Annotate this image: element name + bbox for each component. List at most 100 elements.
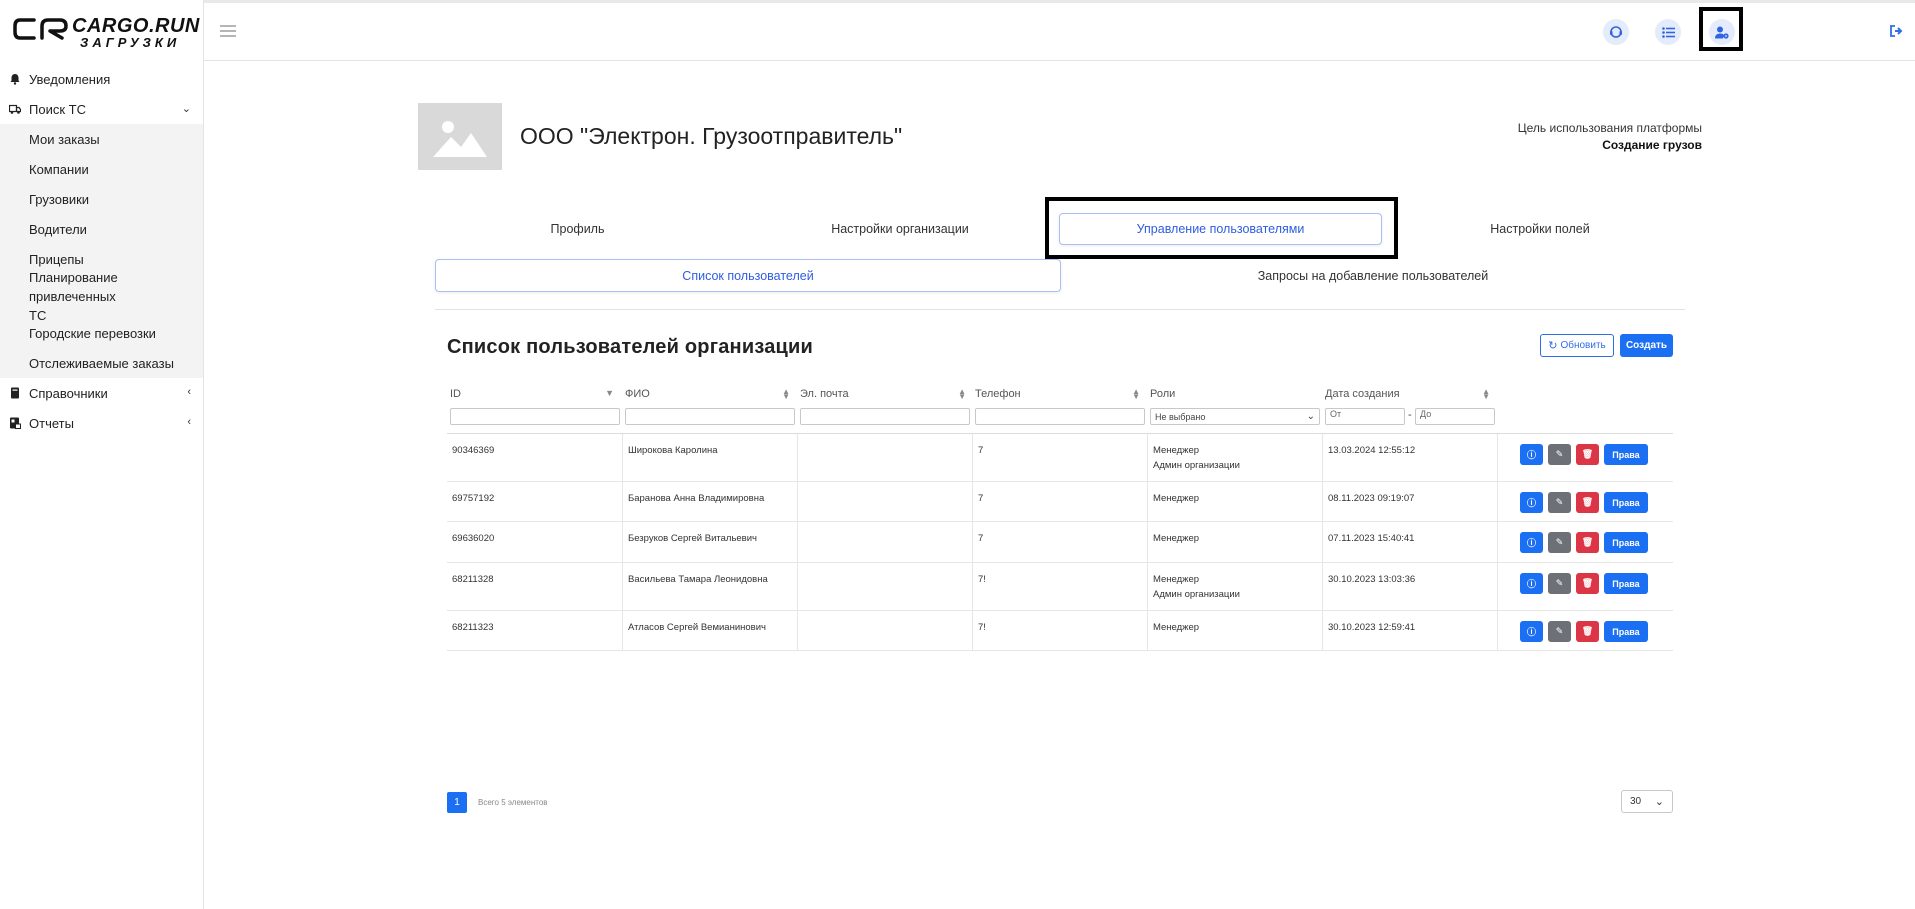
role-label: Менеджер (1153, 533, 1200, 544)
sidebar-item-vehicle-search[interactable]: Поиск ТС ⌄ (0, 94, 203, 124)
edit-button[interactable]: ✎ (1548, 573, 1571, 594)
delete-button[interactable]: 🗑 (1576, 444, 1599, 465)
logo[interactable]: CARGO.RUN ЗАГРУЗКИ (10, 14, 200, 50)
role-label: Менеджер (1153, 622, 1200, 633)
logout-icon[interactable] (1890, 25, 1903, 37)
delete-button[interactable]: 🗑 (1576, 532, 1599, 553)
delete-button[interactable]: 🗑 (1576, 621, 1599, 642)
list-icon[interactable] (1655, 19, 1681, 45)
sidebar-item-drivers[interactable]: Водители (0, 214, 203, 244)
org-name: ООО "Электрон. Грузоотправитель" (520, 123, 903, 149)
logo-subtext: ЗАГРУЗКИ (80, 35, 181, 50)
rights-button[interactable]: Права (1604, 532, 1648, 553)
cell-id: 68211328 (452, 574, 494, 585)
rights-button[interactable]: Права (1604, 573, 1648, 594)
edit-button[interactable]: ✎ (1548, 621, 1571, 642)
tab-field-settings[interactable]: Настройки полей (1395, 213, 1685, 245)
highlight-box (1045, 197, 1398, 259)
column-header-id[interactable]: ID ▼ (450, 388, 616, 402)
roles-filter-select[interactable]: Не выбрано ⌄ (1150, 408, 1320, 425)
column-header-created[interactable]: Дата создания ▲ ▼ (1325, 388, 1492, 402)
sidebar-item-label: Уведомления (29, 71, 111, 87)
refresh-icon: ↻ (1548, 340, 1558, 352)
sort-icon: ▲ ▼ (1482, 387, 1490, 401)
image-placeholder-icon (433, 120, 487, 157)
date-to-input[interactable]: До (1415, 408, 1495, 425)
role-label: Админ организации (1153, 589, 1240, 600)
trash-icon: 🗑 (1581, 626, 1594, 636)
cell-roles: Менеджер Админ организации (1147, 563, 1322, 610)
tab-user-list[interactable]: Список пользователей (435, 259, 1061, 292)
sort-icon: ▲ ▼ (1132, 387, 1140, 401)
cell-created: 08.11.2023 09:19:07 (1322, 482, 1497, 521)
rights-button[interactable]: Права (1604, 444, 1648, 465)
column-header-email[interactable]: Эл. почта ▲ ▼ (800, 388, 968, 402)
cell-created: 07.11.2023 15:40:41 (1322, 522, 1497, 562)
support-icon[interactable] (1603, 19, 1629, 45)
tab-profile[interactable]: Профиль (435, 213, 720, 245)
info-button[interactable]: ⓘ (1520, 621, 1543, 642)
pencil-icon: ✎ (1555, 497, 1564, 507)
cell-roles: Менеджер (1147, 611, 1322, 650)
cell-id: 68211323 (452, 622, 494, 633)
role-label: Менеджер (1153, 574, 1200, 585)
table-row: 90346369 Широкова Каролина 7 Менеджер Админ … (447, 434, 1673, 482)
rights-button[interactable]: Права (1604, 621, 1648, 642)
sidebar-item-directories[interactable]: Справочники ‹ (0, 378, 203, 408)
sidebar-item-my-orders[interactable]: Мои заказы (0, 124, 203, 154)
pencil-icon: ✎ (1555, 626, 1564, 636)
pencil-icon: ✎ (1555, 449, 1564, 459)
delete-button[interactable]: 🗑 (1576, 492, 1599, 513)
name-filter-input[interactable] (625, 408, 795, 425)
info-button[interactable]: ⓘ (1520, 444, 1543, 465)
column-header-name[interactable]: ФИО ▲ ▼ (625, 388, 792, 402)
info-button[interactable]: ⓘ (1520, 532, 1543, 553)
cell-phone: 7 (972, 522, 1147, 562)
purpose-value: Создание грузов (1602, 138, 1702, 152)
email-filter-input[interactable] (800, 408, 970, 425)
vehicle-search-submenu: Мои заказы Компании Грузовики Водители П… (0, 124, 203, 378)
cell-email (797, 563, 972, 610)
tab-org-settings[interactable]: Настройки организации (755, 213, 1045, 245)
sidebar-item-companies[interactable]: Компании (0, 154, 203, 184)
info-button[interactable]: ⓘ (1520, 573, 1543, 594)
sidebar-item-planning[interactable]: Планирование привлеченных ТС (0, 270, 130, 323)
edit-button[interactable]: ✎ (1548, 532, 1571, 553)
cell-name: Васильева Тамара Леонидовна (622, 563, 797, 610)
cell-email (797, 434, 972, 481)
per-page-select[interactable]: 30 ⌄ (1621, 790, 1673, 813)
rights-button[interactable]: Права (1604, 492, 1648, 513)
sidebar-item-tracked-orders[interactable]: Отслеживаемые заказы (0, 348, 203, 378)
trash-icon: 🗑 (1581, 537, 1594, 547)
edit-button[interactable]: ✎ (1548, 492, 1571, 513)
id-filter-input[interactable] (450, 408, 620, 425)
cell-phone: 7! (972, 611, 1147, 650)
info-icon: ⓘ (1526, 627, 1536, 637)
divider (435, 309, 1685, 310)
sidebar-item-notifications[interactable]: Уведомления (0, 64, 203, 94)
phone-filter-input[interactable] (975, 408, 1145, 425)
table-row: 68211328 Васильева Тамара Леонидовна 7! Мен… (447, 563, 1673, 611)
info-button[interactable]: ⓘ (1520, 492, 1543, 513)
sort-icon: ▲ ▼ (958, 387, 966, 401)
tab-user-requests[interactable]: Запросы на добавление пользователей (1061, 259, 1685, 292)
sidebar-item-reports[interactable]: Отчеты ‹ (0, 408, 203, 438)
book-icon (11, 387, 19, 399)
topbar (204, 0, 1915, 61)
delete-button[interactable]: 🗑 (1576, 573, 1599, 594)
chevron-left-icon: ‹ (187, 386, 191, 398)
cell-roles: Менеджер (1147, 522, 1322, 562)
refresh-button[interactable]: ↻ Обновить (1540, 334, 1614, 357)
truck-icon (9, 104, 21, 114)
page-button-1[interactable]: 1 (447, 792, 467, 813)
cell-actions: ⓘ ✎ 🗑 Права (1497, 482, 1673, 521)
column-header-phone[interactable]: Телефон ▲ ▼ (975, 388, 1142, 402)
sort-icon: ▲ ▼ (782, 387, 790, 401)
sidebar-item-trucks[interactable]: Грузовики (0, 184, 203, 214)
menu-toggle-icon[interactable] (220, 25, 236, 37)
cell-created: 30.10.2023 13:03:36 (1322, 563, 1497, 610)
create-button[interactable]: Создать (1620, 334, 1673, 357)
edit-button[interactable]: ✎ (1548, 444, 1571, 465)
date-from-input[interactable]: От (1325, 408, 1405, 425)
cell-name: Атласов Сергей Вемианинович (622, 611, 797, 650)
